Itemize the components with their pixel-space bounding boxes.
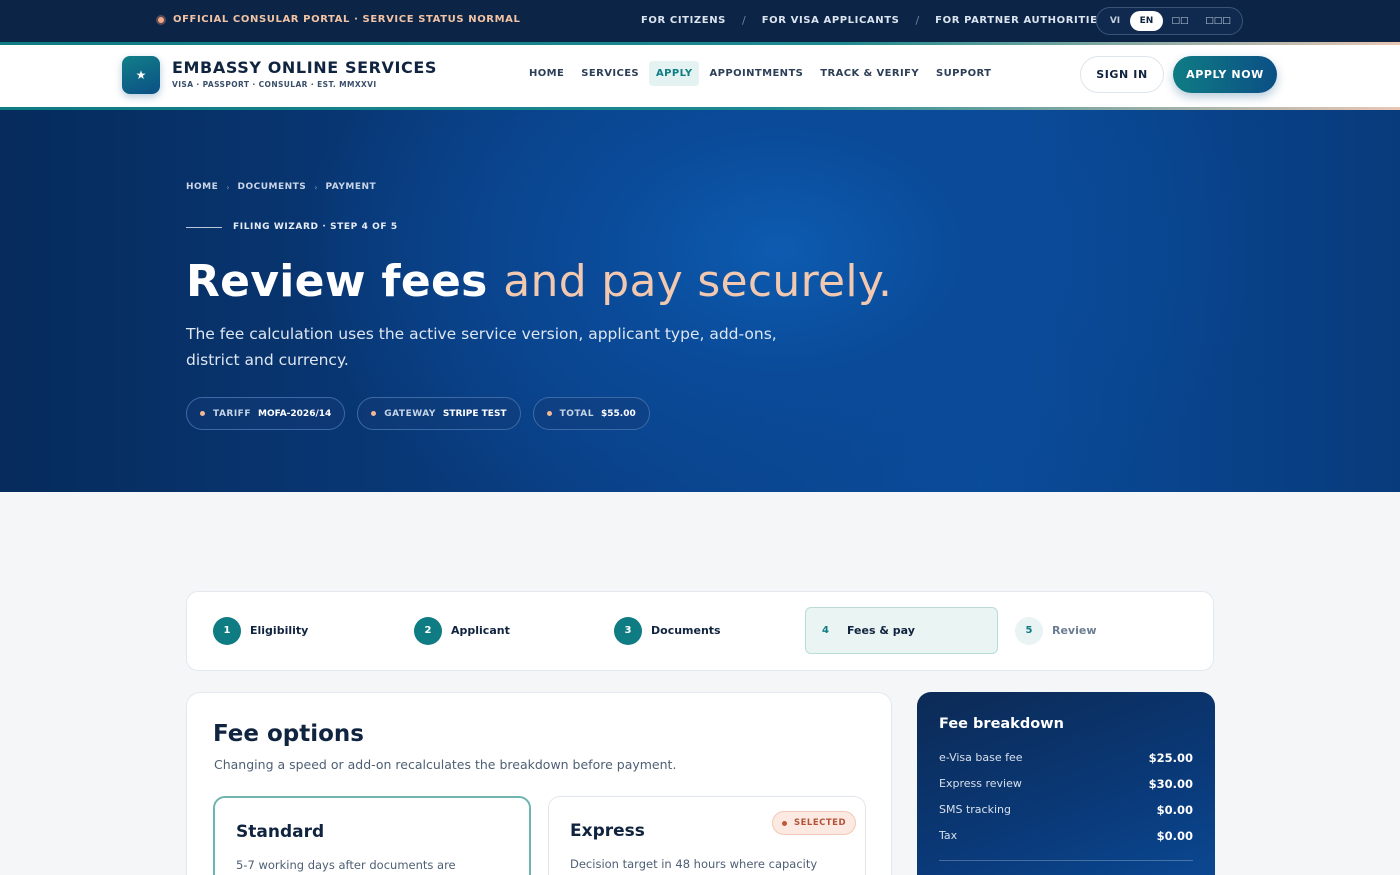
badge-dot-icon <box>782 820 787 826</box>
wizard-eyebrow: FILING WIZARD · STEP 4 OF 5 <box>186 222 398 232</box>
chip-key: GATEWAY <box>384 408 436 419</box>
audience-separator: / <box>741 14 746 27</box>
step-label: Review <box>1052 624 1097 637</box>
audience-separator: / <box>915 14 920 27</box>
gateway-chip: GATEWAY STRIPE TEST <box>357 397 521 430</box>
fee-options-subtitle: Changing a speed or add-on recalculates … <box>214 757 677 772</box>
star-logo-icon[interactable]: ★ <box>122 56 160 94</box>
breadcrumb-documents[interactable]: DOCUMENTS <box>238 182 307 192</box>
site-header: ★ EMBASSY ONLINE SERVICES VISA · PASSPOR… <box>0 45 1400 107</box>
fee-option-description: Decision target in 48 hours where capaci… <box>570 857 818 871</box>
chip-value: $55.00 <box>601 408 636 419</box>
total-chip: TOTAL $55.00 <box>532 397 650 430</box>
brand-title[interactable]: EMBASSY ONLINE SERVICES <box>172 58 437 77</box>
fee-options-card: Fee options Changing a speed or add-on r… <box>186 692 892 875</box>
status-dot-icon <box>156 14 166 25</box>
fee-breakdown-panel: Fee breakdown e-Visa base fee $25.00 Exp… <box>917 692 1215 875</box>
step-applicant[interactable]: 2 Applicant <box>414 607 510 654</box>
chip-key: TARIFF <box>213 408 251 419</box>
breakdown-row: e-Visa base fee $25.00 <box>939 751 1193 765</box>
wizard-stepper: 1 Eligibility 2 Applicant 3 Documents 4 … <box>186 591 1214 671</box>
audience-link-partner-authorities[interactable]: FOR PARTNER AUTHORITIES <box>935 15 1105 26</box>
breakdown-row: SMS tracking $0.00 <box>939 803 1193 817</box>
fee-options-title: Fee options <box>213 721 364 747</box>
fee-option-standard[interactable]: Standard 5-7 working days after document… <box>213 796 531 875</box>
step-fees-pay[interactable]: 4 Fees & pay <box>805 607 998 654</box>
selected-badge-text: SELECTED <box>794 818 847 828</box>
fee-option-description: 5-7 working days after documents are <box>236 858 456 872</box>
breadcrumb-payment: PAYMENT <box>325 182 377 192</box>
breakdown-divider <box>939 860 1193 861</box>
chip-key: TOTAL <box>559 408 594 419</box>
step-label: Eligibility <box>250 624 309 637</box>
step-number: 4 <box>822 624 829 636</box>
fee-option-express[interactable]: Express SELECTED Decision target in 48 h… <box>548 796 866 875</box>
breakdown-label: SMS tracking <box>939 803 1011 816</box>
language-switcher: VI EN □□ □□□ <box>1096 7 1243 35</box>
selected-badge: SELECTED <box>772 811 857 835</box>
breakdown-label: e-Visa base fee <box>939 751 1023 764</box>
service-status-text: OFFICIAL CONSULAR PORTAL · SERVICE STATU… <box>173 14 521 25</box>
audience-link-visa-applicants[interactable]: FOR VISA APPLICANTS <box>762 15 900 26</box>
language-option-3[interactable]: □□ <box>1163 11 1197 31</box>
wizard-step-label: FILING WIZARD · STEP 4 OF 5 <box>233 222 398 232</box>
chip-value: MOFA-2026/14 <box>257 408 332 419</box>
fee-option-title: Standard <box>236 822 325 842</box>
tariff-chip: TARIFF MOFA-2026/14 <box>186 397 346 430</box>
step-number: 1 <box>213 616 241 645</box>
step-number: 2 <box>414 616 442 645</box>
page-title-soft: and pay securely. <box>503 256 893 307</box>
chip-dot-icon <box>371 411 377 416</box>
step-label: Fees & pay <box>846 624 915 637</box>
breadcrumb-chevron-icon: › <box>226 182 230 192</box>
step-eligibility[interactable]: 1 Eligibility <box>213 607 308 654</box>
nav-item-track-verify[interactable]: TRACK & VERIFY <box>813 61 926 86</box>
audience-link-citizens[interactable]: FOR CITIZENS <box>641 15 726 26</box>
audience-links: FOR CITIZENS / FOR VISA APPLICANTS / FOR… <box>641 14 1105 27</box>
page-description: The fee calculation uses the active serv… <box>186 325 777 369</box>
sign-in-button[interactable]: SIGN IN <box>1080 56 1164 93</box>
brand-subtitle: VISA · PASSPORT · CONSULAR · EST. MMXXVI <box>172 80 377 89</box>
nav-item-home[interactable]: HOME <box>522 61 571 86</box>
main-nav: HOME SERVICES APPLY APPOINTMENTS TRACK &… <box>522 61 1001 86</box>
breadcrumb-chevron-icon: › <box>314 182 318 192</box>
step-documents[interactable]: 3 Documents <box>614 607 721 654</box>
chip-dot-icon <box>200 411 205 416</box>
utility-bar: OFFICIAL CONSULAR PORTAL · SERVICE STATU… <box>0 0 1400 42</box>
step-label: Documents <box>651 624 721 637</box>
summary-chips: TARIFF MOFA-2026/14 GATEWAY STRIPE TEST … <box>186 397 650 430</box>
language-option-en[interactable]: EN <box>1130 11 1163 31</box>
nav-item-services[interactable]: SERVICES <box>574 61 646 86</box>
breakdown-row: Tax $0.00 <box>939 829 1193 843</box>
breakdown-label: Tax <box>939 829 958 842</box>
step-review[interactable]: 5 Review <box>1015 607 1097 654</box>
chip-dot-icon <box>546 411 552 416</box>
breakdown-value: $25.00 <box>1148 751 1193 765</box>
nav-item-appointments[interactable]: APPOINTMENTS <box>702 61 810 86</box>
step-number: 3 <box>614 616 642 645</box>
step-label: Applicant <box>451 624 510 637</box>
breadcrumb-home[interactable]: HOME <box>186 182 218 192</box>
breadcrumb: HOME › DOCUMENTS › PAYMENT <box>186 182 376 192</box>
language-option-vi[interactable]: VI <box>1100 11 1130 31</box>
step-number: 5 <box>1015 616 1043 645</box>
breakdown-label: Express review <box>939 777 1022 790</box>
nav-item-support[interactable]: SUPPORT <box>929 61 998 86</box>
fee-breakdown-title: Fee breakdown <box>939 716 1064 732</box>
language-option-4[interactable]: □□□ <box>1197 11 1239 31</box>
hero-banner: HOME › DOCUMENTS › PAYMENT FILING WIZARD… <box>0 110 1400 492</box>
apply-now-button[interactable]: APPLY NOW <box>1173 56 1277 93</box>
breakdown-row: Express review $30.00 <box>939 777 1193 791</box>
page-title: Review fees and pay securely. <box>186 252 892 312</box>
eyebrow-rule <box>186 226 222 228</box>
breakdown-value: $0.00 <box>1156 829 1193 843</box>
page-title-strong: Review fees <box>186 256 488 307</box>
chip-value: STRIPE TEST <box>442 408 507 419</box>
service-status: OFFICIAL CONSULAR PORTAL · SERVICE STATU… <box>156 14 520 25</box>
nav-item-apply[interactable]: APPLY <box>649 61 700 86</box>
breakdown-value: $0.00 <box>1156 803 1193 817</box>
breakdown-value: $30.00 <box>1148 777 1193 791</box>
fee-option-title: Express <box>570 821 645 841</box>
